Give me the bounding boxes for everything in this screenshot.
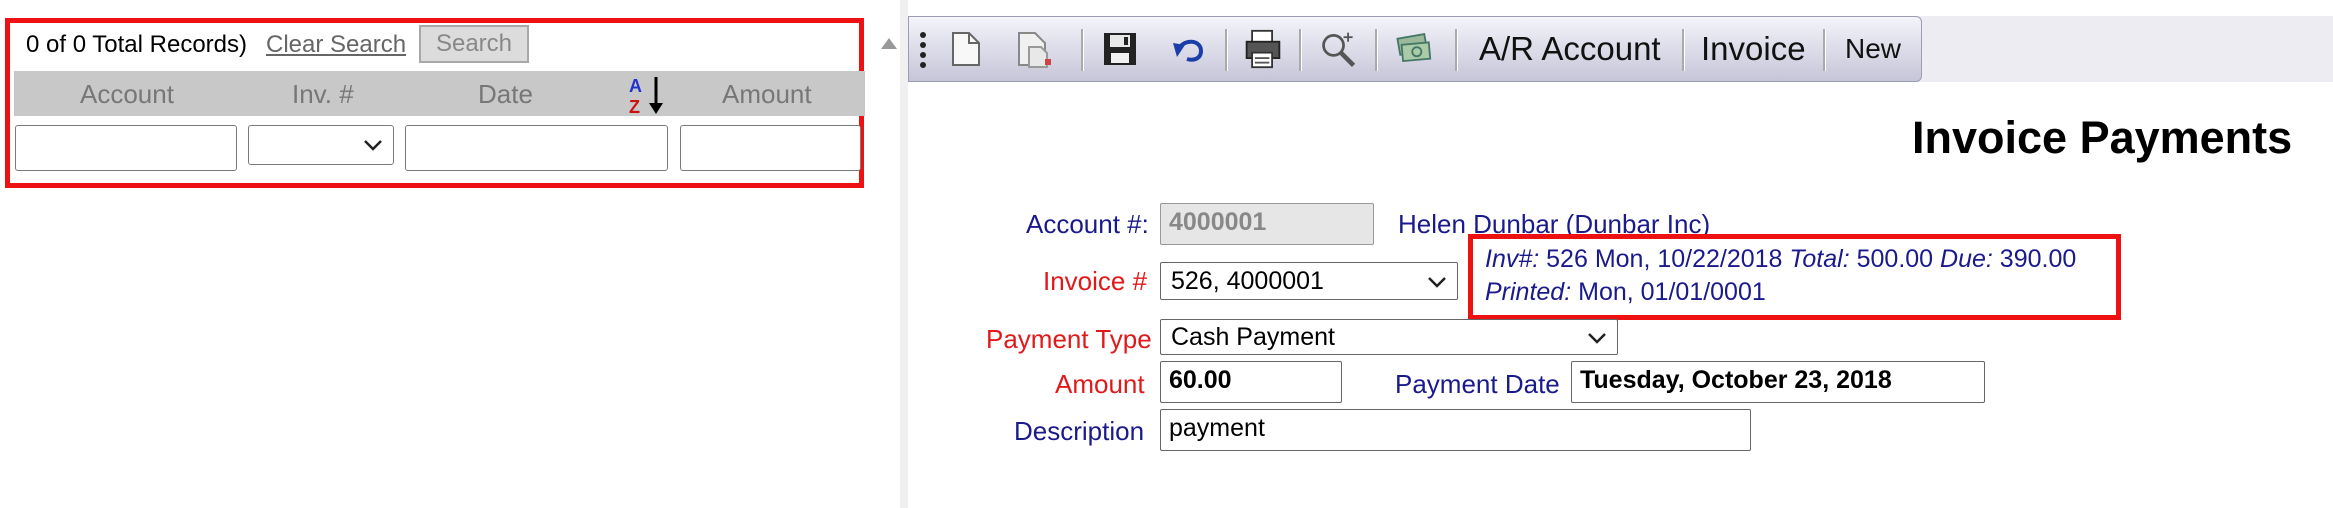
invoice-select-value: 526, 4000001 [1171, 267, 1324, 295]
account-number-field[interactable]: 4000001 [1160, 203, 1374, 245]
money-icon[interactable] [1393, 29, 1437, 69]
printed-value: Mon, 01/01/0001 [1578, 278, 1766, 306]
print-icon[interactable] [1241, 29, 1285, 69]
invoice-info-panel: Inv#: 526 Mon, 10/22/2018 Total: 500.00 … [1468, 234, 2121, 320]
chevron-down-icon [1428, 277, 1446, 288]
toolbar-separator [1081, 29, 1084, 71]
invoice-info-line-2: Printed: Mon, 01/01/0001 [1485, 276, 2104, 309]
total-value: 500.00 [1856, 245, 1934, 273]
search-button[interactable]: Search [419, 25, 529, 63]
new-button[interactable]: New [1845, 29, 1901, 69]
toolbar-separator [1455, 29, 1458, 71]
ar-account-button[interactable]: A/R Account [1479, 29, 1661, 69]
form-pane: A/R Account Invoice New Invoice Payments… [881, 0, 2333, 508]
sort-az-icon[interactable]: A Z [627, 73, 667, 115]
records-count: 0 of 0 Total Records) [26, 31, 248, 58]
amount-filter-input[interactable] [680, 125, 861, 171]
collapse-arrow-icon[interactable] [880, 36, 898, 50]
invoice-filter-select[interactable] [248, 125, 394, 165]
invoice-info-line-1: Inv#: 526 Mon, 10/22/2018 Total: 500.00 … [1485, 243, 2104, 276]
toolbar-separator [1375, 29, 1378, 71]
svg-text:Z: Z [629, 97, 640, 115]
invoice-label: Invoice # [1043, 266, 1148, 296]
undo-icon[interactable] [1171, 29, 1209, 69]
invoice-button[interactable]: Invoice [1701, 29, 1806, 69]
search-pane: 0 of 0 Total Records) Clear Search Searc… [0, 0, 900, 508]
copy-document-icon[interactable] [1015, 29, 1053, 69]
chevron-down-icon [364, 140, 382, 151]
account-filter-input[interactable] [15, 125, 237, 171]
svg-text:A: A [629, 76, 642, 96]
page-title: Invoice Payments [1912, 112, 2293, 163]
column-header-date[interactable]: Date [478, 79, 533, 110]
toolbar-separator [1823, 29, 1826, 71]
account-label: Account #: [1026, 209, 1149, 239]
inv-number-value: 526 Mon, 10/22/2018 [1546, 245, 1783, 273]
amount-label: Amount [1055, 369, 1145, 399]
column-header-amount[interactable]: Amount [722, 79, 812, 110]
date-filter-input[interactable] [405, 125, 668, 171]
description-field[interactable]: payment [1160, 409, 1751, 451]
pane-divider[interactable] [900, 0, 908, 508]
clear-search-link[interactable]: Clear Search [266, 31, 406, 59]
due-label: Due: [1940, 245, 1993, 273]
payment-type-select[interactable]: Cash Payment [1160, 319, 1618, 355]
toolbar-separator [1225, 29, 1228, 71]
save-icon[interactable] [1101, 29, 1139, 69]
payment-date-field[interactable]: Tuesday, October 23, 2018 [1571, 361, 1985, 403]
inv-number-label: Inv#: [1485, 245, 1540, 273]
chevron-down-icon [1588, 333, 1606, 344]
payment-date-label: Payment Date [1395, 369, 1560, 399]
description-label: Description [1014, 416, 1145, 446]
new-document-icon[interactable] [949, 29, 983, 69]
zoom-search-icon[interactable] [1317, 29, 1361, 69]
due-value: 390.00 [1999, 245, 2077, 273]
grid-header: Account Inv. # Date A Z Amount [14, 71, 865, 116]
toolbar: A/R Account Invoice New [908, 16, 1922, 82]
column-header-account[interactable]: Account [80, 79, 174, 110]
toolbar-grip-icon[interactable] [919, 31, 927, 69]
amount-field[interactable]: 60.00 [1160, 361, 1342, 403]
payment-type-value: Cash Payment [1171, 323, 1335, 351]
payment-type-label: Payment Type [986, 324, 1152, 354]
invoice-select[interactable]: 526, 4000001 [1160, 262, 1458, 300]
search-panel: 0 of 0 Total Records) Clear Search Searc… [5, 18, 865, 188]
column-header-invoice[interactable]: Inv. # [292, 79, 354, 110]
toolbar-separator [1682, 29, 1685, 71]
printed-label: Printed: [1485, 278, 1572, 306]
toolbar-separator [1299, 29, 1302, 71]
total-label: Total: [1789, 245, 1850, 273]
